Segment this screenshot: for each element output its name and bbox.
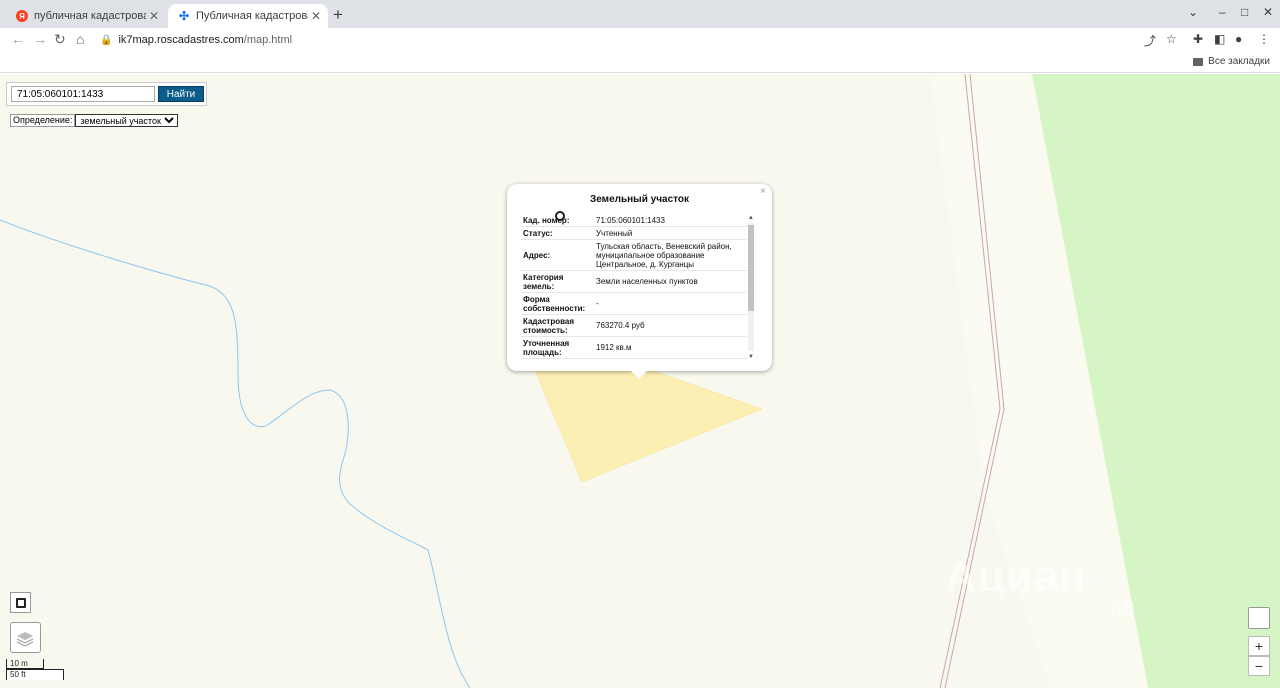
watermark-number: 58 [1110,596,1135,621]
scale-metric: 10 m [6,659,44,669]
watermark: Ациан [945,552,1087,601]
all-bookmarks-label: Все закладки [1208,56,1270,67]
all-bookmarks-button[interactable]: Все закладки [1193,56,1270,67]
zoom-out-button[interactable]: − [1248,656,1270,676]
tab-roscadastres[interactable]: ✣ Публичная кадастровая ка ✕ [168,4,328,28]
side-panel-icon[interactable]: ◧ [1214,32,1225,46]
tab-title: Публичная кадастровая ка [196,10,308,22]
river-line [0,219,471,688]
parcel-attributes-list[interactable]: Кад. номер: 71:05:060101:1433 Статус: Уч… [521,215,747,360]
close-tab-icon[interactable]: ✕ [146,9,162,23]
share-icon[interactable]: ⤴ [1144,32,1156,49]
attr-value: Тульская область, Веневский район, муниц… [596,241,732,269]
reload-icon[interactable]: ↻ [54,31,66,48]
attr-value: 71:05:060101:1433 [596,216,665,225]
attr-key: Уточненная площадь: [523,338,570,357]
map-layer [0,74,1280,688]
url-host: ik7map.roscadastres.com [118,34,244,46]
browser-toolbar: ← → ↻ ⌂ 🔒 ik7map.roscadastres.com/map.ht… [0,28,1280,52]
attr-key: Форма собственности: [523,294,586,313]
back-icon[interactable]: ← [11,31,25,47]
popup-scrollbar[interactable]: ▲ ▼ [747,215,755,360]
mouse-cursor [555,211,565,221]
attr-key: Статус: [523,228,553,238]
scale-imperial: 50 ft [6,669,64,680]
yandex-icon: Я [16,10,28,22]
close-window-icon[interactable]: ✕ [1263,5,1273,19]
fullscreen-icon [16,598,26,608]
definition-select[interactable]: земельный участок [75,113,179,127]
attr-value: 1912 кв.м [596,343,632,352]
tab-title: публичная кадастровая ка [34,10,146,22]
popup-pointer [630,370,648,379]
attr-row-category: Категория земель: Земли населенных пункт… [521,271,747,293]
attr-row-address: Адрес: Тульская область, Веневский район… [521,240,747,271]
tab-yandex-search[interactable]: Я публичная кадастровая ка ✕ [6,4,166,28]
attr-key: Адрес: [523,250,551,260]
menu-icon[interactable]: ⋮ [1258,32,1270,46]
scroll-thumb[interactable] [748,225,754,311]
attr-row-ownership: Форма собственности: - [521,293,747,315]
tab-search-icon[interactable]: ⌄ [1188,5,1198,19]
popup-title: Земельный участок [589,194,690,205]
zoom-in-button[interactable]: + [1248,636,1270,656]
attr-value: Земли населенных пунктов [596,277,698,286]
scroll-up-icon[interactable]: ▲ [747,215,755,221]
address-bar[interactable]: 🔒 ik7map.roscadastres.com/map.html [100,29,1160,51]
attr-value: Учтенный [596,228,633,238]
url-path: /map.html [243,34,293,46]
new-tab-button[interactable]: + [333,5,343,25]
tab-strip: Я публичная кадастровая ка ✕ ✣ Публичная… [0,0,1280,28]
extensions-icon[interactable]: ✚ [1193,32,1203,46]
attr-row-cadastral-value: Кадастровая стоимость: 763270.4 руб [521,315,747,337]
attr-row-area: Уточненная площадь: 1912 кв.м [521,337,747,359]
attr-key: Категория земель: [523,272,564,291]
home-icon[interactable]: ⌂ [76,31,84,47]
definition-row: Определение: земельный участок [10,113,179,127]
forward-icon[interactable]: → [33,31,47,47]
roscadastres-icon: ✣ [178,9,190,23]
bookmark-star-icon[interactable]: ☆ [1166,32,1177,46]
parcel-info-popup: × Земельный участок Кад. номер: 71:05:06… [507,184,772,379]
scale-bar: 10 m 50 ft [6,659,64,680]
attr-key: Кадастровая стоимость: [523,316,575,335]
scroll-down-icon[interactable]: ▼ [747,354,755,360]
map-canvas[interactable]: Ациан 58 Найти Определение: земельный уч… [0,74,1280,688]
definition-label: Определение: [10,113,76,127]
profile-icon[interactable]: ● [1235,32,1242,46]
close-tab-icon[interactable]: ✕ [308,9,324,23]
lock-icon: 🔒 [100,34,113,46]
map-tool-button[interactable] [1248,607,1270,629]
cadastral-number-input[interactable] [11,86,155,102]
folder-icon [1193,57,1204,66]
maximize-icon[interactable]: □ [1241,5,1248,19]
search-button[interactable]: Найти [158,86,204,102]
cadastral-search-panel: Найти [6,82,207,106]
attr-value: 763270.4 руб [596,321,645,330]
minimize-icon[interactable]: – [1219,5,1226,19]
layers-icon [16,632,34,647]
attr-row-status: Статус: Учтенный [521,227,747,240]
fullscreen-button[interactable] [10,592,31,613]
bookmarks-bar: Все закладки [0,52,1280,73]
attr-value: - [596,299,599,308]
layers-button[interactable] [10,622,41,653]
